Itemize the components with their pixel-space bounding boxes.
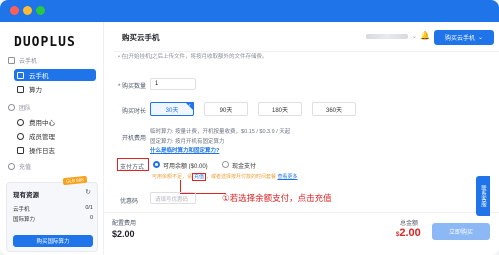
- sidebar-item-members[interactable]: 成员管理: [14, 130, 96, 142]
- sidebar-item-logs[interactable]: 操作日志: [14, 144, 96, 156]
- coupon-input[interactable]: 请填写优惠码: [150, 192, 196, 204]
- cash-option-label[interactable]: 现金支付: [232, 161, 256, 170]
- refresh-icon[interactable]: ↻: [85, 188, 91, 196]
- payment-method-label: 支付方式: [120, 165, 145, 171]
- wallet-icon: [17, 118, 24, 126]
- order-footer: 配置费用 $2.00 总金额 $2.00 立即购买: [104, 212, 499, 255]
- sidebar-item-label: 算力: [29, 87, 42, 94]
- app-window: DUOPLUS 云手机 云手机 算力 团队 费用中心 成员管理 操作日志 充值 …: [0, 0, 499, 255]
- sidebar-item-label: 成员管理: [29, 134, 55, 141]
- duration-option-180[interactable]: 180天: [258, 102, 302, 116]
- coupon-label: 优惠码: [120, 199, 139, 205]
- sidebar-item-label: 云手机: [29, 73, 49, 80]
- sidebar: DUOPLUS 云手机 云手机 算力 团队 费用中心 成员管理 操作日志 充值 …: [0, 22, 104, 255]
- app-logo: DUOPLUS: [14, 35, 76, 50]
- config-fee-value: $2.00: [112, 229, 135, 239]
- sidebar-item-compute[interactable]: 算力: [14, 83, 96, 95]
- config-fee-label: 配置费用: [112, 221, 137, 227]
- compute-help-link[interactable]: 什么是临时算力和固定算力?: [150, 146, 219, 154]
- recharge-group-icon: [8, 163, 15, 170]
- total-label: 总金额: [400, 221, 419, 227]
- chevron-down-icon: ⌄: [412, 34, 418, 40]
- contact-support-tab[interactable]: 联系客服: [476, 176, 490, 216]
- account-name-redacted: [366, 34, 408, 39]
- maximize-window-button[interactable]: [36, 6, 45, 15]
- duration-option-30[interactable]: 30天: [150, 102, 194, 116]
- nav-group-label: 云手机: [19, 59, 38, 65]
- buy-cloud-phone-label: 购买云手机: [444, 36, 475, 42]
- log-icon: [17, 146, 24, 154]
- insufficient-balance-warning: 可用余额不足，请 充值 ，或者选择按月付款的时间套餐 查看更多: [152, 173, 297, 181]
- resource-value: 0: [89, 215, 93, 221]
- sidebar-item-label: 费用中心: [29, 120, 55, 127]
- resource-label: 云手机: [13, 207, 30, 213]
- nav-group-team[interactable]: 团队: [8, 103, 31, 112]
- minimize-window-button[interactable]: [23, 6, 32, 15]
- sidebar-item-label: 操作日志: [29, 148, 55, 155]
- nav-group-label: 充值: [19, 165, 32, 171]
- annotation-text: ①若选择余额支付，点击充值: [222, 193, 332, 203]
- view-more-link[interactable]: 查看更多: [277, 174, 297, 180]
- resource-row: 云手机 0/1: [13, 205, 93, 213]
- bell-icon[interactable]: 🔔: [420, 31, 430, 40]
- nav-group-cloud-phone[interactable]: 云手机: [8, 56, 37, 65]
- chip-icon: [17, 85, 24, 93]
- duration-option-90[interactable]: 90天: [204, 102, 248, 116]
- resource-badge: GLB 888: [62, 175, 88, 186]
- resource-value: 0/1: [85, 205, 93, 211]
- nav-group-recharge[interactable]: 充值: [8, 162, 31, 171]
- balance-radio[interactable]: [153, 161, 160, 168]
- billing-line: 临时算力: 按量计费，开机按量收费，$0.15 / $0.3.9 / 天起: [150, 129, 291, 135]
- buy-cloud-phone-button[interactable]: 购买云手机 ⌄: [434, 30, 494, 45]
- chevron-down-icon: ⌄: [477, 35, 484, 41]
- users-icon: [17, 132, 24, 140]
- buy-compute-button[interactable]: 购买国际算力: [13, 235, 93, 247]
- team-group-icon: [8, 104, 15, 111]
- cash-radio[interactable]: [222, 161, 229, 168]
- quantity-input[interactable]: 1: [150, 78, 196, 90]
- account-selector[interactable]: ⌄: [366, 33, 417, 40]
- phone-group-icon: [8, 57, 15, 64]
- resource-card: GLB 888 现有资源 ↻ 云手机 0/1 国际算力 0 购买国际算力: [6, 175, 98, 252]
- page-title: 购买云手机: [122, 33, 160, 42]
- duration-option-360[interactable]: 360天: [312, 102, 356, 116]
- sidebar-item-cloud-phone[interactable]: 云手机: [14, 69, 96, 81]
- page-header: 购买云手机 ⌄ 🔔 购买云手机 ⌄: [114, 22, 499, 52]
- quantity-label: * 购买数量: [117, 84, 146, 90]
- titlebar: [0, 0, 499, 22]
- file-storage-notice: • 在[开始挂机]之后上传文件，将按月收取额外的文件存储费。: [118, 54, 268, 60]
- total-value: $2.00: [396, 227, 421, 239]
- resource-card-title: 现有资源: [13, 192, 39, 199]
- balance-option-label[interactable]: 可用余额 ($0.00): [163, 161, 208, 170]
- billing-label: 开机费用: [121, 136, 146, 142]
- buy-now-button[interactable]: 立即购买: [432, 223, 490, 240]
- resource-row: 国际算力 0: [13, 215, 93, 223]
- close-window-button[interactable]: [10, 6, 19, 15]
- nav-group-label: 团队: [19, 106, 32, 112]
- phone-icon: [17, 71, 24, 79]
- resource-label: 国际算力: [13, 217, 36, 223]
- sidebar-item-billing[interactable]: 费用中心: [14, 116, 96, 128]
- duration-label: 购买时长: [121, 109, 146, 115]
- billing-line: 固定算力: 按月开机有固定算力: [150, 139, 225, 145]
- total-amount: 2.00: [399, 227, 421, 239]
